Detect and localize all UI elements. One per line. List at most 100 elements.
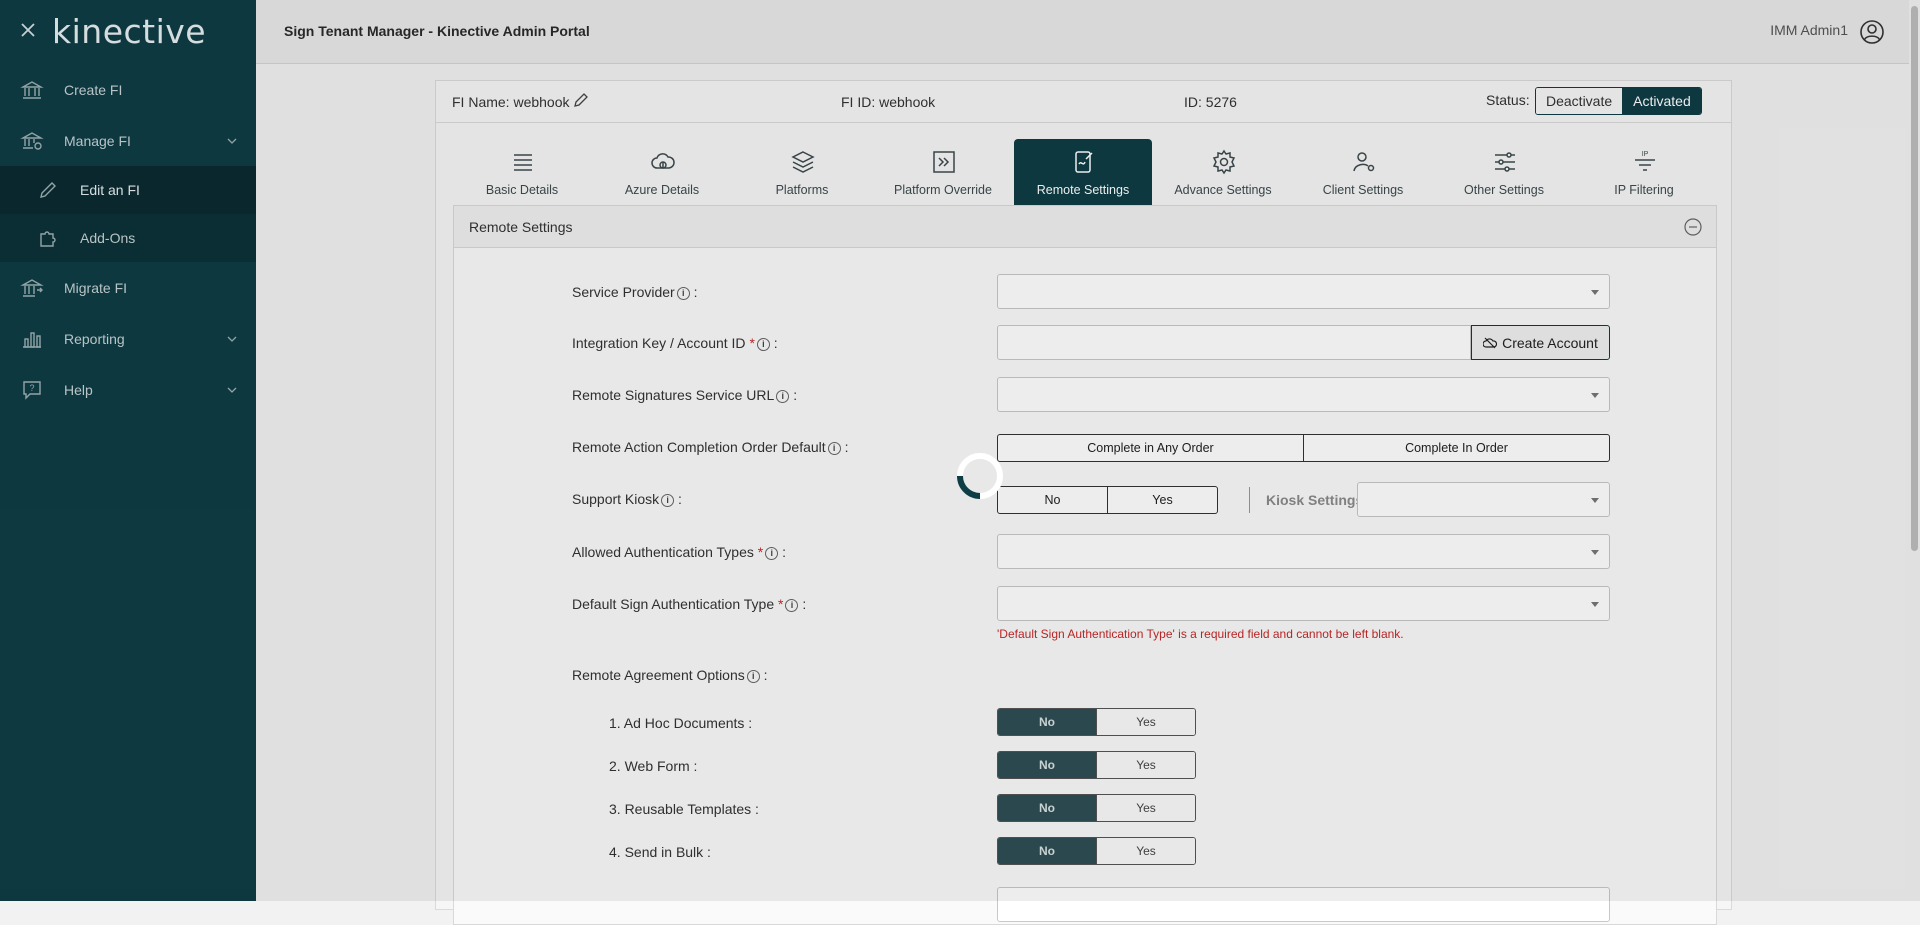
kiosk-no-button[interactable]: No <box>998 487 1108 513</box>
kiosk-yes-button[interactable]: Yes <box>1108 487 1217 513</box>
tab-azure-details[interactable]: Azure Details <box>593 139 731 205</box>
user-avatar-icon[interactable] <box>1858 18 1886 46</box>
reusable-templates-toggle: No Yes <box>997 794 1196 822</box>
bank-icon <box>20 81 44 99</box>
sidebar-item-label: Reporting <box>64 331 125 347</box>
bar-chart-icon <box>23 332 41 348</box>
puzzle-icon <box>40 231 56 247</box>
support-kiosk-toggle: No Yes <box>997 486 1218 514</box>
sidebar-item-reporting[interactable]: Reporting <box>0 315 256 363</box>
sidebar-item-help[interactable]: ? Help <box>0 366 256 414</box>
web-form-yes-button[interactable]: Yes <box>1097 752 1195 778</box>
option-label: 2. Web Form : <box>609 758 698 774</box>
integration-key-label: Integration Key / Account ID * i : <box>572 335 778 351</box>
info-icon[interactable]: i <box>756 338 770 351</box>
svg-text:?: ? <box>29 383 34 393</box>
section-header: Remote Settings <box>454 206 1716 248</box>
sidebar-item-migrate-fi[interactable]: Migrate FI <box>0 264 256 312</box>
reusable-templates-no-button[interactable]: No <box>998 795 1097 821</box>
create-account-button[interactable]: Create Account <box>1471 325 1610 360</box>
deactivate-button[interactable]: Deactivate <box>1536 88 1624 114</box>
ad-hoc-yes-button[interactable]: Yes <box>1097 709 1195 735</box>
sidebar: kinective Create FI Manage FI Edit an FI… <box>0 0 256 901</box>
remote-sign-icon <box>1075 151 1093 173</box>
info-icon[interactable]: i <box>827 442 841 455</box>
fi-info-row: FI Name: webhook FI ID: webhook ID: 5276… <box>436 81 1731 123</box>
edit-pencil-icon[interactable] <box>572 91 590 109</box>
sidebar-item-create-fi[interactable]: Create FI <box>0 66 256 114</box>
allowed-auth-select[interactable] <box>997 534 1610 569</box>
collapse-icon[interactable] <box>1684 218 1702 236</box>
completion-order-toggle: Complete in Any Order Complete In Order <box>997 434 1610 462</box>
ad-hoc-no-button[interactable]: No <box>998 709 1097 735</box>
info-icon[interactable]: i <box>746 670 760 683</box>
default-auth-label: Default Sign Authentication Type * i : <box>572 596 807 612</box>
scrollbar[interactable] <box>1909 0 1920 901</box>
sidebar-header: kinective <box>0 0 256 64</box>
sidebar-item-add-ons[interactable]: Add-Ons <box>0 214 256 262</box>
next-field-select[interactable] <box>997 887 1610 922</box>
ip-filter-icon: IP <box>1635 151 1655 171</box>
status-label: Status: <box>1486 92 1530 108</box>
svg-text:IP: IP <box>1642 151 1649 158</box>
tab-other-settings[interactable]: Other Settings <box>1435 139 1573 205</box>
bank-gear-icon <box>20 132 44 150</box>
send-in-bulk-toggle: No Yes <box>997 837 1196 865</box>
sidebar-item-manage-fi[interactable]: Manage FI <box>0 117 256 165</box>
sidebar-item-label: Help <box>64 382 93 398</box>
tab-ip-filtering[interactable]: IP IP Filtering <box>1575 139 1713 205</box>
user-gear-icon <box>1353 152 1375 172</box>
info-icon[interactable]: i <box>776 390 790 403</box>
layers-icon <box>791 151 815 173</box>
default-auth-select[interactable] <box>997 586 1610 621</box>
tab-label: Client Settings <box>1322 183 1404 197</box>
sidebar-item-label: Create FI <box>64 82 123 98</box>
tab-advance-settings[interactable]: Advance Settings <box>1154 139 1292 205</box>
ad-hoc-toggle: No Yes <box>997 708 1196 736</box>
remote-url-select[interactable] <box>997 377 1610 412</box>
tab-client-settings[interactable]: Client Settings <box>1294 139 1432 205</box>
tab-label: Remote Settings <box>1036 183 1130 197</box>
tab-basic-details[interactable]: Basic Details <box>453 139 591 205</box>
option-label: 4. Send in Bulk : <box>609 844 711 860</box>
tab-platform-override[interactable]: Platform Override <box>874 139 1012 205</box>
chevron-down-icon <box>227 138 237 144</box>
reusable-templates-yes-button[interactable]: Yes <box>1097 795 1195 821</box>
help-bubble-icon: ? <box>23 381 41 400</box>
web-form-no-button[interactable]: No <box>998 752 1097 778</box>
service-provider-label: Service Provider i : <box>572 284 698 300</box>
complete-any-order-button[interactable]: Complete in Any Order <box>998 435 1304 461</box>
sidebar-item-edit-fi[interactable]: Edit an FI <box>0 166 256 214</box>
send-in-bulk-no-button[interactable]: No <box>998 838 1097 864</box>
create-account-label: Create Account <box>1502 334 1598 351</box>
chevron-down-icon <box>1591 290 1599 295</box>
remote-url-label: Remote Signatures Service URL i : <box>572 387 798 403</box>
loading-spinner-icon <box>957 453 1003 499</box>
send-in-bulk-yes-button[interactable]: Yes <box>1097 838 1195 864</box>
scrollbar-thumb[interactable] <box>1911 6 1918 551</box>
complete-in-order-button[interactable]: Complete In Order <box>1304 435 1609 461</box>
chevron-down-icon <box>1591 393 1599 398</box>
option-label: 1. Ad Hoc Documents : <box>609 715 753 731</box>
integration-key-input[interactable] <box>997 325 1471 360</box>
kiosk-settings-label: Kiosk Settings: <box>1266 492 1368 508</box>
service-provider-select[interactable] <box>997 274 1610 309</box>
web-form-toggle: No Yes <box>997 751 1196 779</box>
info-icon[interactable]: i <box>785 599 799 612</box>
user-name[interactable]: IMM Admin1 <box>1770 22 1848 38</box>
sidebar-item-label: Manage FI <box>64 133 131 149</box>
close-icon[interactable] <box>18 20 38 40</box>
tab-platforms[interactable]: Platforms <box>733 139 871 205</box>
logo: kinective <box>52 12 207 51</box>
info-icon[interactable]: i <box>661 494 675 507</box>
kiosk-settings-select[interactable] <box>1357 482 1610 517</box>
tab-label: IP Filtering <box>1614 183 1674 197</box>
tab-remote-settings[interactable]: Remote Settings <box>1014 139 1152 205</box>
info-icon[interactable]: i <box>765 547 779 560</box>
tab-label: Other Settings <box>1464 183 1544 197</box>
bank-arrow-icon <box>20 279 44 297</box>
remote-settings-section: Remote Settings Service Provider i : Inte… <box>453 205 1717 925</box>
activated-button[interactable]: Activated <box>1623 88 1701 114</box>
info-icon[interactable]: i <box>676 287 690 300</box>
section-title: Remote Settings <box>469 219 573 235</box>
